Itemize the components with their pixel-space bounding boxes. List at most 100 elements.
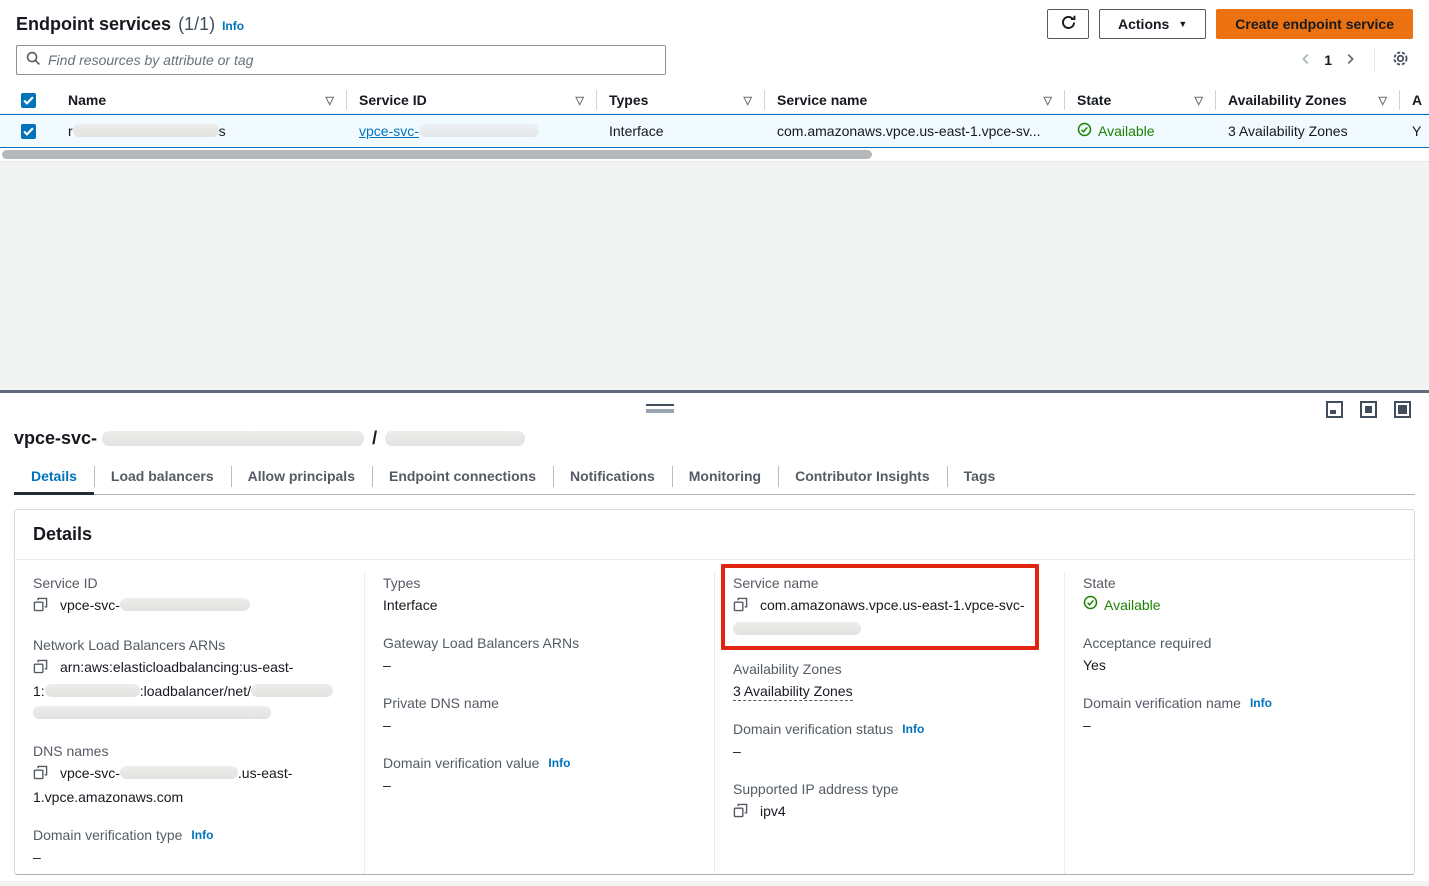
copy-icon[interactable]	[33, 596, 48, 618]
page-title-group: Endpoint services (1/1) Info	[16, 14, 244, 35]
chevron-right-icon	[1343, 52, 1357, 69]
service-id-link[interactable]: vpce-svc-	[359, 123, 539, 139]
field-supported-ip-address-type: Supported IP address type ipv4	[733, 778, 1046, 824]
field-domain-verification-type: Domain verification type Info –	[33, 824, 346, 868]
panel-size-small-button[interactable]	[1326, 401, 1343, 418]
preferences-button[interactable]	[1387, 47, 1413, 73]
split-panel: vpce-svc- / Details Load balancers Allow…	[0, 390, 1429, 881]
tab-tags[interactable]: Tags	[947, 463, 1013, 494]
copy-icon[interactable]	[733, 596, 748, 618]
field-service-name: Service name com.amazonaws.vpce.us-east-…	[733, 572, 1027, 640]
row-select-cell	[0, 124, 56, 139]
column-header-name[interactable]: Name ▽	[56, 90, 347, 110]
redacted-text	[733, 622, 861, 635]
status-available-icon	[1083, 594, 1098, 616]
column-header-partial[interactable]: A	[1400, 90, 1429, 110]
split-panel-drag-handle[interactable]	[646, 404, 674, 413]
details-card: Details Service ID vpce-svc- Network Loa…	[14, 509, 1415, 875]
column-header-state[interactable]: State ▽	[1065, 90, 1216, 110]
tab-monitoring[interactable]: Monitoring	[672, 463, 778, 494]
info-link[interactable]: Info	[548, 752, 570, 774]
info-link[interactable]: Info	[191, 824, 213, 846]
field-domain-verification-name: Domain verification name Info –	[1083, 692, 1396, 736]
previous-page-button[interactable]	[1294, 48, 1318, 72]
sort-icon[interactable]: ▽	[1044, 94, 1052, 107]
copy-icon[interactable]	[33, 658, 48, 680]
search-box[interactable]	[16, 45, 666, 75]
status-badge: Available	[1083, 594, 1161, 616]
status-badge: Available	[1077, 122, 1155, 140]
table-row[interactable]: rs vpce-svc- Interface com.amazonaws.vpc…	[0, 114, 1429, 148]
redacted-text	[419, 124, 539, 137]
table-header: Name ▽ Service ID ▽ Types ▽ Service name…	[0, 87, 1429, 114]
pagination-area: 1	[1294, 47, 1413, 73]
column-header-service-id[interactable]: Service ID ▽	[347, 90, 597, 110]
panel-size-controls	[1326, 401, 1411, 418]
chevron-left-icon	[1299, 52, 1313, 69]
availability-zones-popover[interactable]: 3 Availability Zones	[733, 683, 853, 701]
column-header-service-name[interactable]: Service name ▽	[765, 90, 1065, 110]
redacted-text	[33, 706, 271, 719]
actions-button[interactable]: Actions ▼	[1099, 9, 1206, 39]
field-availability-zones: Availability Zones 3 Availability Zones	[733, 658, 1046, 702]
panel-title: vpce-svc- /	[0, 393, 1429, 449]
row-checkbox[interactable]	[21, 124, 36, 139]
drag-handle-icon	[646, 404, 674, 406]
tab-details[interactable]: Details	[14, 463, 94, 494]
field-private-dns-name: Private DNS name –	[383, 692, 696, 736]
sort-icon[interactable]: ▽	[744, 94, 752, 107]
redacted-text	[102, 431, 364, 446]
copy-icon[interactable]	[733, 802, 748, 824]
field-domain-verification-value: Domain verification value Info –	[383, 752, 696, 796]
field-acceptance-required: Acceptance required Yes	[1083, 632, 1396, 676]
tab-endpoint-connections[interactable]: Endpoint connections	[372, 463, 553, 494]
field-gateway-load-balancers-arns: Gateway Load Balancers ARNs –	[383, 632, 696, 676]
tab-load-balancers[interactable]: Load balancers	[94, 463, 231, 494]
panel-large-icon	[1398, 405, 1407, 414]
pagination: 1	[1294, 48, 1362, 72]
panel-small-icon	[1330, 410, 1336, 414]
redacted-text	[120, 766, 238, 779]
tab-notifications[interactable]: Notifications	[553, 463, 672, 494]
details-column-4: State Available Acceptance required Yes …	[1064, 572, 1414, 875]
details-column-1: Service ID vpce-svc- Network Load Balanc…	[15, 572, 364, 875]
search-input[interactable]	[48, 52, 656, 68]
drag-handle-icon	[646, 409, 674, 413]
details-column-3: Service name com.amazonaws.vpce.us-east-…	[714, 572, 1064, 875]
field-network-load-balancers-arns: Network Load Balancers ARNs arn:aws:elas…	[33, 634, 346, 724]
redacted-text	[251, 684, 333, 697]
cell-name: rs	[56, 123, 347, 139]
tab-allow-principals[interactable]: Allow principals	[231, 463, 372, 494]
sort-icon[interactable]: ▽	[1379, 94, 1387, 107]
panel-size-large-button[interactable]	[1394, 401, 1411, 418]
sort-icon[interactable]: ▽	[326, 94, 334, 107]
panel-medium-icon	[1365, 406, 1372, 413]
next-page-button[interactable]	[1338, 48, 1362, 72]
current-page[interactable]: 1	[1318, 52, 1338, 68]
scrollbar-thumb[interactable]	[2, 150, 872, 159]
column-header-availability-zones[interactable]: Availability Zones ▽	[1216, 90, 1400, 110]
title-info-link[interactable]: Info	[222, 19, 244, 33]
sort-icon[interactable]: ▽	[576, 94, 584, 107]
service-name-highlight-box: Service name com.amazonaws.vpce.us-east-…	[721, 564, 1039, 650]
page-title: Endpoint services	[16, 14, 171, 35]
horizontal-scrollbar[interactable]	[0, 148, 1429, 162]
cell-partial: Y	[1400, 123, 1429, 139]
refresh-icon	[1060, 14, 1077, 34]
status-available-icon	[1077, 122, 1092, 140]
create-endpoint-service-button[interactable]: Create endpoint service	[1216, 9, 1413, 39]
page-header: Endpoint services (1/1) Info Actions ▼ C…	[0, 0, 1429, 44]
refresh-button[interactable]	[1047, 9, 1089, 39]
select-all-checkbox[interactable]	[21, 93, 36, 108]
tab-contributor-insights[interactable]: Contributor Insights	[778, 463, 947, 494]
availability-zones-popover[interactable]: 3 Availability Zones	[1228, 123, 1348, 139]
info-link[interactable]: Info	[902, 718, 924, 740]
copy-icon[interactable]	[33, 764, 48, 786]
resource-count: (1/1)	[178, 14, 215, 35]
sort-icon[interactable]: ▽	[1195, 94, 1203, 107]
redacted-text	[73, 124, 219, 137]
search-icon	[26, 51, 41, 69]
info-link[interactable]: Info	[1250, 692, 1272, 714]
column-header-types[interactable]: Types ▽	[597, 90, 765, 110]
panel-size-medium-button[interactable]	[1360, 401, 1377, 418]
